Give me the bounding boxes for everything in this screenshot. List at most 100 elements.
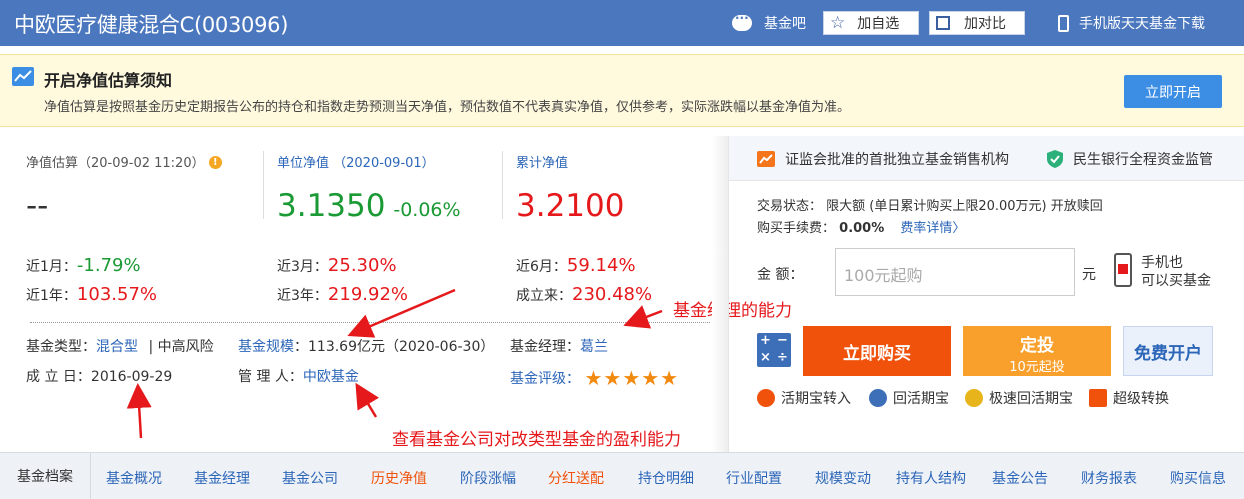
quick-fast-return[interactable]: 极速回活期宝	[965, 388, 1073, 408]
trust-bar: 证监会批准的首批独立基金销售机构 民生银行全程资金监管	[729, 136, 1244, 181]
divider	[263, 151, 264, 219]
trade-panel: 证监会批准的首批独立基金销售机构 民生银行全程资金监管 交易状态： 限大额 (单…	[728, 136, 1244, 452]
perf-6m: 近6月：59.14%	[516, 255, 636, 276]
unit-nav-value: 3.1350 -0.06%	[277, 188, 461, 224]
fund-title: 中欧医疗健康混合C(003096)	[14, 13, 289, 37]
inception-date-label: 成 立 日：	[26, 369, 91, 385]
add-compare-button[interactable]: 加对比	[929, 11, 1025, 35]
fixed-invest-button[interactable]: 定投 10元起投	[963, 326, 1111, 376]
fund-scale-row: 基金规模：113.69亿元（2020-06-30）	[238, 336, 494, 356]
perf-label: 近3年：	[277, 288, 328, 304]
fund-company-link[interactable]: 中欧基金	[303, 369, 359, 385]
perf-label: 成立来：	[516, 288, 572, 304]
quick-label: 超级转换	[1113, 391, 1169, 407]
trust-bank-text: 民生银行全程资金监管	[1073, 152, 1213, 168]
tab-head-archive: 基金档案	[0, 453, 91, 499]
top-header: 中欧医疗健康混合C(003096) 基金吧 ☆ 加自选 加对比 手机版天天基金下…	[0, 0, 1244, 46]
tab-holdings[interactable]: 持仓明细	[638, 468, 694, 488]
trust-bank: 民生银行全程资金监管	[1047, 149, 1213, 169]
tab-manager[interactable]: 基金经理	[194, 468, 250, 488]
tab-history-nav[interactable]: 历史净值	[371, 468, 427, 488]
amount-input[interactable]: 100元起购	[835, 248, 1075, 296]
tab-purchase-info[interactable]: 购买信息	[1170, 468, 1226, 488]
convert-arrows-icon	[1089, 389, 1107, 407]
mobile-hint-line1: 手机也	[1141, 255, 1183, 271]
perf-1y: 近1年：103.57%	[26, 284, 157, 305]
fund-scale-link[interactable]: 基金规模	[238, 339, 294, 355]
estimate-notice: 开启净值估算须知 净值估算是按照基金历史定期报告公布的持仓和指数走势预测当天净值…	[0, 54, 1244, 127]
unit-nav-number: 3.1350	[277, 188, 386, 224]
quick-label: 极速回活期宝	[989, 391, 1073, 407]
tab-overview[interactable]: 基金概况	[106, 468, 162, 488]
fund-manager-row: 基金经理：葛兰	[510, 336, 608, 356]
perf-value: 25.30%	[327, 255, 397, 276]
mobile-buy-hint[interactable]: 手机也 可以买基金	[1141, 254, 1211, 290]
phone-icon	[1058, 14, 1069, 32]
tab-dividends[interactable]: 分红送配	[548, 468, 604, 488]
fund-type-link[interactable]: 混合型	[96, 339, 138, 355]
perf-label: 近1年：	[26, 288, 77, 304]
inception-date-value: 2016-09-29	[90, 369, 173, 385]
add-watch-button[interactable]: ☆ 加自选	[823, 11, 919, 35]
quick-label: 活期宝转入	[781, 391, 851, 407]
tab-stage-returns[interactable]: 阶段涨幅	[460, 468, 516, 488]
fee-detail-link[interactable]: 费率详情〉	[900, 221, 965, 236]
perf-value: 59.14%	[566, 255, 636, 276]
fixed-invest-sub: 10元起投	[1009, 360, 1065, 375]
tab-industry[interactable]: 行业配置	[726, 468, 782, 488]
trust-csrc: 证监会批准的首批独立基金销售机构	[757, 149, 1009, 169]
trust-csrc-text: 证监会批准的首批独立基金销售机构	[785, 152, 1009, 168]
fund-rating-row: 基金评级： ★★★★★	[510, 366, 679, 390]
fee-label: 购买手续费：	[757, 221, 836, 236]
mobile-qr-icon[interactable]	[1114, 253, 1132, 287]
quick-super-convert[interactable]: 超级转换	[1089, 388, 1169, 408]
tab-company[interactable]: 基金公司	[282, 468, 338, 488]
trend-chart-icon	[12, 67, 34, 86]
tab-financials[interactable]: 财务报表	[1081, 468, 1137, 488]
forum-label: 基金吧	[764, 16, 806, 32]
shield-icon	[1047, 150, 1063, 168]
mobile-hint-line2: 可以买基金	[1141, 273, 1211, 289]
add-watch-label: 加自选	[857, 16, 900, 32]
tab-holder-structure[interactable]: 持有人结构	[896, 468, 966, 488]
fund-scale-value: ：113.69亿元（2020-06-30）	[294, 339, 495, 355]
divider	[502, 151, 503, 219]
annotation-company: 查看基金公司对改类型基金的盈利能力	[392, 430, 681, 450]
fund-rating-link[interactable]: 基金评级：	[510, 371, 580, 387]
moneybag-icon	[965, 389, 983, 407]
amount-unit: 元	[1082, 267, 1096, 283]
quick-return[interactable]: 回活期宝	[869, 388, 949, 408]
app-download-link[interactable]: 手机版天天基金下载	[1058, 11, 1205, 35]
calculator-icon[interactable]: + − × ÷	[757, 333, 791, 367]
tab-announcements[interactable]: 基金公告	[992, 468, 1048, 488]
unit-nav-label: 单位净值 （2020-09-01）	[277, 156, 435, 171]
star-outline-icon: ☆	[830, 13, 846, 33]
risk-level: | 中高风险	[148, 339, 214, 355]
coins-icon	[869, 389, 887, 407]
info-warning-icon[interactable]: !	[208, 156, 222, 169]
tab-scale-change[interactable]: 规模变动	[815, 468, 871, 488]
wallet-icon	[757, 389, 775, 407]
fund-forum-link[interactable]: 基金吧	[732, 11, 806, 35]
dotted-divider	[30, 322, 710, 323]
quick-transfer-in[interactable]: 活期宝转入	[757, 388, 851, 408]
rating-stars-icon: ★★★★★	[584, 366, 680, 390]
fund-company-label: 管 理 人：	[238, 369, 303, 385]
fee-row: 购买手续费： 0.00% 费率详情〉	[757, 217, 965, 236]
notice-text: 净值估算是按照基金历史定期报告公布的持仓和指数走势预测当天净值，预估数值不代表真…	[44, 100, 851, 115]
perf-value: -1.79%	[76, 255, 141, 276]
amount-label: 金 额：	[757, 267, 804, 283]
chat-bubble-icon	[732, 11, 752, 31]
fixed-invest-label: 定投	[1020, 336, 1054, 356]
estimate-value: --	[26, 188, 49, 224]
trade-status: 交易状态： 限大额 (单日累计购买上限20.00万元) 开放赎回	[757, 199, 1103, 214]
open-account-button[interactable]: 免费开户	[1123, 326, 1213, 376]
unit-nav-change: -0.06%	[393, 199, 461, 221]
perf-label: 近3月：	[277, 259, 328, 275]
perf-since-inception: 成立来：230.48%	[516, 284, 652, 305]
fund-manager-link[interactable]: 葛兰	[580, 339, 608, 355]
add-compare-label: 加对比	[964, 16, 1006, 32]
buy-now-button[interactable]: 立即购买	[803, 326, 951, 376]
enable-estimate-button[interactable]: 立即开启	[1124, 75, 1222, 108]
estimate-label-text: 净值估算（20-09-02 11:20）	[26, 156, 205, 171]
